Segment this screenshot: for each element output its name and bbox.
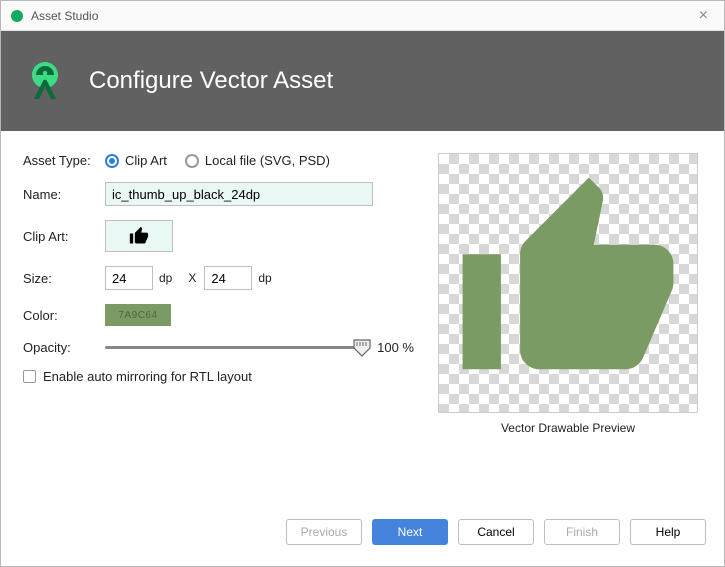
preview-canvas <box>438 153 698 413</box>
app-icon <box>11 10 23 22</box>
dialog-body: Asset Type: Clip Art Local file (SVG, PS… <box>1 131 724 514</box>
radio-clip-art-label: Clip Art <box>125 153 167 168</box>
opacity-value: 100 % <box>372 340 414 355</box>
clipart-label: Clip Art: <box>23 229 105 244</box>
next-button[interactable]: Next <box>372 519 448 545</box>
close-icon[interactable]: × <box>693 7 714 25</box>
clipart-picker-button[interactable] <box>105 220 173 252</box>
preview-label: Vector Drawable Preview <box>501 421 635 435</box>
titlebar: Asset Studio × <box>1 1 724 31</box>
finish-button[interactable]: Finish <box>544 519 620 545</box>
radio-icon <box>185 154 199 168</box>
button-bar: Previous Next Cancel Finish Help <box>1 514 724 566</box>
form-panel: Asset Type: Clip Art Local file (SVG, PS… <box>23 153 414 504</box>
thumb-up-icon <box>128 226 150 246</box>
radio-local-file[interactable]: Local file (SVG, PSD) <box>185 153 330 168</box>
help-button[interactable]: Help <box>630 519 706 545</box>
color-picker-button[interactable]: 7A9C64 <box>105 304 171 326</box>
window-title: Asset Studio <box>31 9 693 23</box>
asset-type-radio-group: Clip Art Local file (SVG, PSD) <box>105 153 330 168</box>
asset-type-label: Asset Type: <box>23 153 105 168</box>
size-height-input[interactable] <box>204 266 252 290</box>
size-unit-w: dp <box>159 271 172 285</box>
opacity-label: Opacity: <box>23 340 105 355</box>
color-label: Color: <box>23 308 105 323</box>
radio-icon <box>105 154 119 168</box>
size-unit-h: dp <box>258 271 271 285</box>
cancel-button[interactable]: Cancel <box>458 519 534 545</box>
rtl-mirror-checkbox[interactable]: Enable auto mirroring for RTL layout <box>23 369 252 384</box>
radio-local-file-label: Local file (SVG, PSD) <box>205 153 330 168</box>
size-x-label: X <box>188 271 196 285</box>
page-title: Configure Vector Asset <box>89 67 333 95</box>
radio-clip-art[interactable]: Clip Art <box>105 153 167 168</box>
size-width-input[interactable] <box>105 266 153 290</box>
slider-thumb-icon <box>352 338 372 358</box>
preview-panel: Vector Drawable Preview <box>434 153 702 504</box>
opacity-slider[interactable] <box>105 341 362 355</box>
previous-button[interactable]: Previous <box>286 519 362 545</box>
header: Configure Vector Asset <box>1 31 724 131</box>
name-label: Name: <box>23 187 105 202</box>
asset-studio-window: Asset Studio × Configure Vector Asset As… <box>0 0 725 567</box>
preview-thumb-up-icon <box>453 168 683 398</box>
android-studio-logo <box>23 59 67 103</box>
checkbox-icon <box>23 370 36 383</box>
size-label: Size: <box>23 271 105 286</box>
name-input[interactable] <box>105 182 373 206</box>
rtl-mirror-label: Enable auto mirroring for RTL layout <box>43 369 252 384</box>
